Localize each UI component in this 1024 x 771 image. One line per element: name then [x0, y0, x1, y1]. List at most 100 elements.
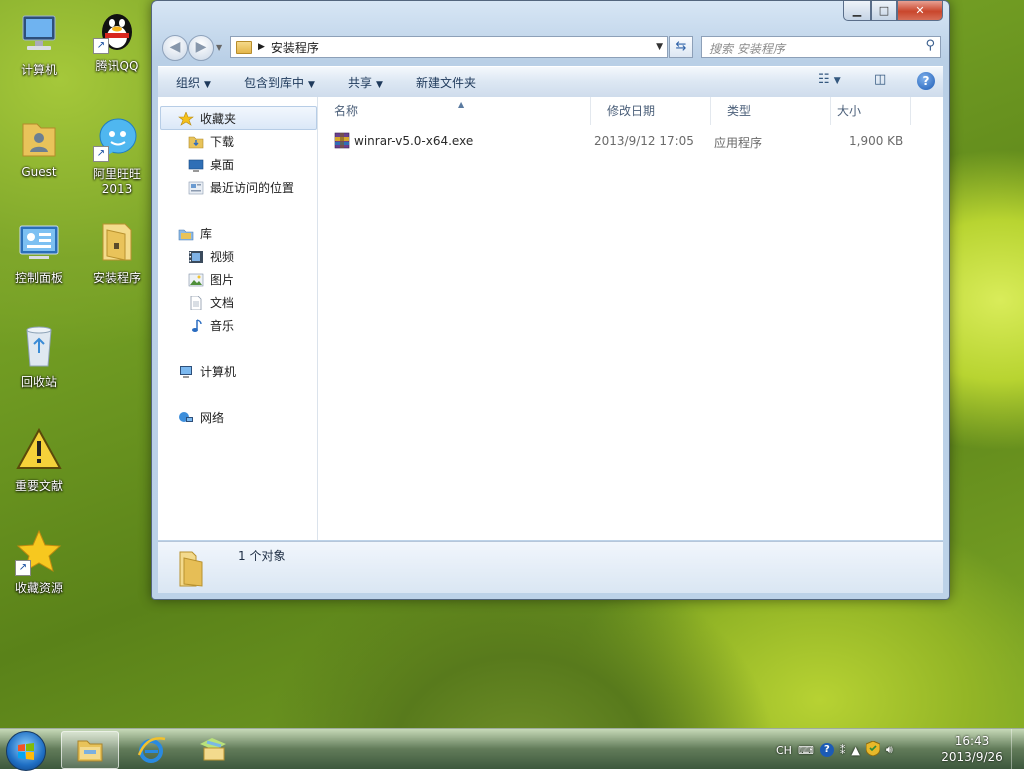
column-label: 名称: [334, 104, 359, 118]
explorer-content: 收藏夹 下载 桌面 最近访问的位置 库 视频 图片 文档 音乐 计算机 网络 ▲…: [158, 97, 943, 540]
view-options-button[interactable]: ☷ ▼: [818, 72, 841, 87]
nav-item-favorites[interactable]: 收藏夹: [178, 110, 236, 127]
details-view-icon: ☷: [818, 72, 830, 87]
internet-explorer-icon: [136, 735, 166, 768]
search-icon[interactable]: ⚲: [925, 38, 935, 53]
chevron-down-icon: ▼: [376, 80, 383, 90]
help-icon: ?: [922, 74, 930, 88]
library-icon: [178, 227, 194, 241]
desktop-icon-recycle-bin[interactable]: 回收站: [0, 322, 78, 390]
chevron-down-icon: ▼: [833, 76, 841, 86]
file-size: 1,900 KB: [849, 134, 904, 148]
nav-item-computer[interactable]: 计算机: [178, 363, 236, 380]
search-box[interactable]: 搜索 安装程序 ⚲: [701, 36, 941, 58]
start-button[interactable]: [6, 731, 46, 771]
breadcrumb-current[interactable]: 安装程序: [271, 39, 319, 56]
desktop-icon-computer[interactable]: 计算机: [0, 10, 78, 78]
nav-item-recent-places[interactable]: 最近访问的位置: [188, 179, 294, 196]
include-in-library-menu[interactable]: 包含到库中 ▼: [244, 74, 315, 91]
folders-icon: [198, 736, 228, 765]
nav-label: 库: [200, 227, 213, 241]
keyboard-icon[interactable]: ⌨: [798, 744, 814, 757]
command-bar: 组织 ▼ 包含到库中 ▼ 共享 ▼ 新建文件夹 ☷ ▼ ◫ ?: [158, 66, 943, 98]
search-placeholder: 搜索 安装程序: [709, 42, 785, 56]
navigation-bar: ◀ ▶ ▼ ▶ 安装程序 ▼ ⇆ 搜索 安装程序 ⚲: [160, 33, 941, 61]
desktop-icon-label: 重要文献: [14, 479, 63, 493]
download-folder-icon: [188, 135, 204, 149]
nav-label: 文档: [210, 296, 235, 310]
nav-label: 计算机: [200, 365, 237, 379]
desktop-icon-qq[interactable]: ↗ 腾讯QQ: [78, 6, 156, 74]
close-button[interactable]: ✕: [897, 1, 943, 21]
back-button[interactable]: ◀: [162, 35, 188, 61]
nav-item-videos[interactable]: 视频: [188, 248, 234, 265]
nav-label: 网络: [200, 411, 225, 425]
security-shield-icon[interactable]: [865, 740, 881, 759]
nav-item-pictures[interactable]: 图片: [188, 271, 234, 288]
file-row[interactable]: winrar-v5.0-x64.exe 2013/9/12 17:05 应用程序…: [332, 131, 922, 151]
nav-item-documents[interactable]: 文档: [188, 294, 234, 311]
desktop-icon-aliwangwang[interactable]: ↗ 阿里旺旺 2013: [78, 114, 156, 196]
nav-item-libraries[interactable]: 库: [178, 225, 212, 242]
show-desktop-button[interactable]: [1011, 729, 1024, 769]
arrow-left-icon: ◀: [169, 39, 181, 55]
folder-icon: [236, 40, 252, 54]
item-count: 1 个对象: [238, 549, 286, 563]
desktop-icon-label: 收藏资源: [14, 581, 63, 595]
nav-label: 音乐: [210, 319, 235, 333]
address-bar[interactable]: ▶ 安装程序 ▼: [230, 36, 668, 58]
taskbar-folders[interactable]: [184, 731, 240, 767]
breadcrumb-separator-icon[interactable]: ▶: [258, 42, 265, 52]
help-button[interactable]: ?: [917, 72, 935, 90]
column-header-type[interactable]: 类型: [711, 97, 831, 125]
navigation-pane: 收藏夹 下载 桌面 最近访问的位置 库 视频 图片 文档 音乐 计算机 网络: [158, 97, 318, 540]
user-folder-icon: [15, 114, 63, 162]
recent-places-icon: [188, 181, 204, 195]
column-header-size[interactable]: 大小: [831, 97, 911, 125]
show-hidden-icons-icon[interactable]: ▲: [851, 744, 859, 757]
taskbar-explorer[interactable]: [61, 731, 119, 769]
desktop-icon-installer[interactable]: 安装程序: [78, 218, 156, 286]
preview-pane-button[interactable]: ◫: [874, 72, 886, 87]
chevron-down-icon: ▼: [204, 80, 211, 90]
input-language[interactable]: CH: [776, 744, 792, 757]
refresh-button[interactable]: ⇆: [669, 36, 693, 58]
desktop-icon-guest[interactable]: Guest: [0, 114, 78, 179]
desktop-icon-label-line2: 2013: [101, 182, 133, 196]
share-menu[interactable]: 共享 ▼: [348, 74, 383, 91]
history-dropdown-icon[interactable]: ▼: [216, 43, 222, 52]
nav-item-desktop[interactable]: 桌面: [188, 156, 234, 173]
help-tray-icon[interactable]: ?: [819, 743, 834, 757]
nav-label: 最近访问的位置: [210, 181, 295, 195]
organize-menu[interactable]: 组织 ▼: [176, 74, 211, 91]
forward-button[interactable]: ▶: [188, 35, 214, 61]
computer-icon: [15, 10, 63, 58]
nav-label: 收藏夹: [200, 112, 237, 126]
computer-icon: [178, 365, 194, 379]
taskbar: CH ⌨ ? ⁑ ▲ 🔊︎ 16:43 2013/9/26: [0, 728, 1024, 771]
desktop-icon-documents[interactable]: 重要文献: [0, 426, 78, 494]
taskbar-internet-explorer[interactable]: [122, 731, 178, 767]
clock-date: 2013/9/26: [941, 750, 1003, 764]
nav-item-downloads[interactable]: 下载: [188, 133, 234, 150]
nav-item-network[interactable]: 网络: [178, 409, 224, 426]
new-folder-button[interactable]: 新建文件夹: [416, 74, 476, 91]
clock[interactable]: 16:43 2013/9/26: [938, 733, 1006, 765]
nav-label: 桌面: [210, 158, 235, 172]
network-icon: [178, 411, 194, 425]
music-note-icon: [188, 318, 204, 333]
volume-icon[interactable]: 🔊︎: [886, 743, 893, 757]
input-settings-icon[interactable]: ⁑: [840, 744, 846, 757]
maximize-button[interactable]: □: [871, 1, 897, 21]
clock-time: 16:43: [954, 734, 990, 748]
desktop-icon-control-panel[interactable]: 控制面板: [0, 218, 78, 286]
column-header-modified[interactable]: 修改日期: [591, 97, 711, 125]
star-icon: ↗: [15, 528, 63, 576]
column-header-name[interactable]: ▲ 名称: [318, 97, 591, 125]
desktop-icon-favorites[interactable]: ↗ 收藏资源: [0, 528, 78, 596]
desktop-icon-label: 计算机: [20, 63, 57, 77]
maximize-icon: □: [878, 4, 890, 17]
minimize-button[interactable]: ▁: [843, 1, 871, 21]
nav-item-music[interactable]: 音乐: [188, 317, 234, 334]
address-dropdown-icon[interactable]: ▼: [656, 37, 663, 57]
